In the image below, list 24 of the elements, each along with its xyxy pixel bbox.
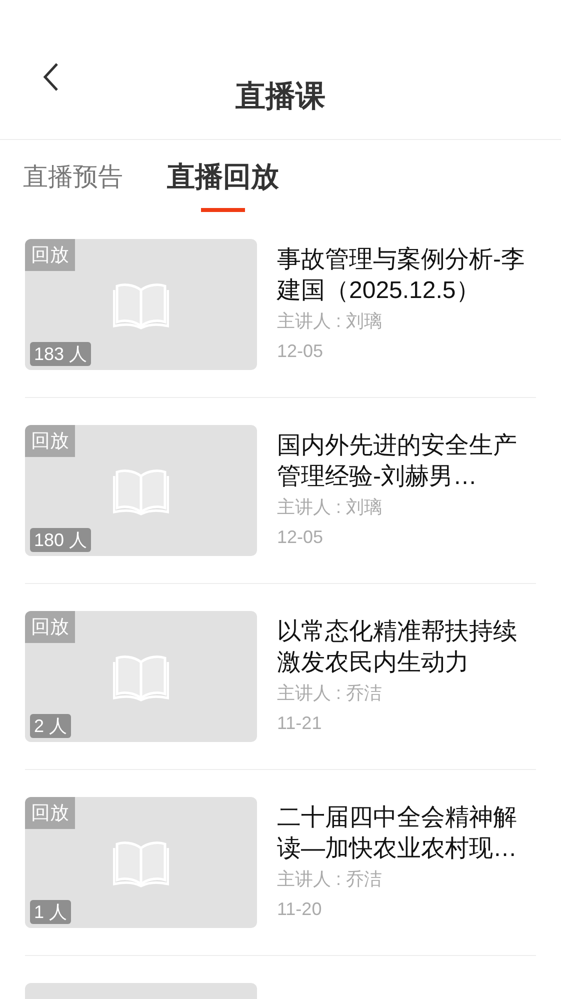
viewer-count: 1 人 bbox=[30, 900, 72, 924]
viewer-count: 2 人 bbox=[30, 714, 72, 738]
speaker-label: 主讲人 : 乔洁 bbox=[277, 682, 384, 705]
course-title[interactable]: 国内外先进的安全生产管理经验-刘赫男… bbox=[277, 430, 536, 492]
speaker-label: 主讲人 : 刘璃 bbox=[277, 496, 384, 519]
course-title[interactable]: 二十届四中全会精神解读—加快农业农村现… bbox=[277, 802, 536, 864]
course-title[interactable]: 事故管理与案例分析-李建国（2025.12.5） bbox=[277, 244, 536, 306]
course-date: 12-05 bbox=[277, 526, 324, 549]
replay-badge: 回放 bbox=[25, 611, 75, 643]
course-date: 11-20 bbox=[277, 898, 323, 921]
speaker-label: 主讲人 : 乔洁 bbox=[277, 868, 384, 891]
viewer-count: 180 人 bbox=[30, 528, 92, 552]
course-date: 11-21 bbox=[277, 712, 323, 735]
replay-badge: 回放 bbox=[25, 239, 75, 271]
back-icon bbox=[43, 62, 59, 92]
viewer-count: 183 人 bbox=[30, 342, 92, 366]
course-date: 12-05 bbox=[277, 340, 324, 363]
course-title[interactable]: 以常态化精准帮扶持续激发农民内生动力 bbox=[277, 616, 536, 678]
tab[interactable]: 直播预告 bbox=[23, 158, 123, 212]
tab[interactable]: 直播回放 bbox=[167, 158, 279, 212]
replay-badge: 回放 bbox=[25, 425, 75, 457]
speaker-label: 主讲人 : 刘璃 bbox=[277, 310, 384, 333]
replay-badge: 回放 bbox=[25, 797, 75, 829]
page-title: 直播课 bbox=[236, 79, 326, 115]
